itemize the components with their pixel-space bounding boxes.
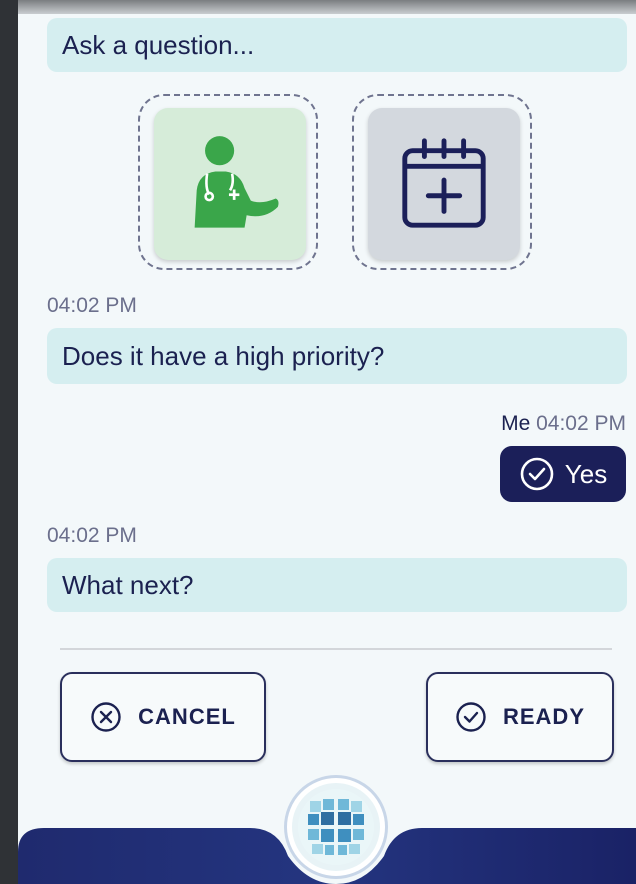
window-edge: [0, 0, 18, 884]
cancel-button[interactable]: CANCEL: [60, 672, 266, 762]
ready-button[interactable]: READY: [426, 672, 614, 762]
ask-question-placeholder: Ask a question...: [62, 29, 255, 60]
message-text: What next?: [62, 569, 194, 600]
ready-label: READY: [502, 704, 585, 729]
calendar-option[interactable]: [352, 94, 532, 270]
cancel-label: CANCEL: [138, 704, 236, 729]
reply-time: 04:02 PM: [536, 412, 626, 435]
reply-author: Me: [501, 412, 531, 435]
reply-bubble: Yes: [500, 446, 626, 502]
reply-meta: Me 04:02 PM: [501, 412, 626, 436]
calendar-add-icon: [402, 138, 486, 228]
close-circle-icon: [91, 702, 121, 732]
top-shadow-bar: [18, 0, 636, 14]
calendar-tile[interactable]: [368, 108, 520, 260]
divider: [60, 648, 612, 650]
reply-text: Yes: [564, 458, 608, 489]
check-circle-icon: [456, 702, 486, 732]
message-bubble: What next?: [47, 558, 627, 612]
app-logo[interactable]: [287, 778, 385, 876]
doctor-tile[interactable]: [154, 108, 306, 260]
doctor-icon: [194, 136, 279, 228]
doctor-option[interactable]: [138, 94, 318, 270]
logo-grid-icon: [298, 789, 374, 865]
ask-question-input[interactable]: Ask a question...: [47, 18, 627, 72]
message-text: Does it have a high priority?: [62, 340, 385, 371]
message-time: 04:02 PM: [47, 524, 137, 547]
message-bubble: Does it have a high priority?: [47, 328, 627, 384]
message-time: 04:02 PM: [47, 294, 137, 317]
check-circle-icon: [520, 457, 554, 491]
